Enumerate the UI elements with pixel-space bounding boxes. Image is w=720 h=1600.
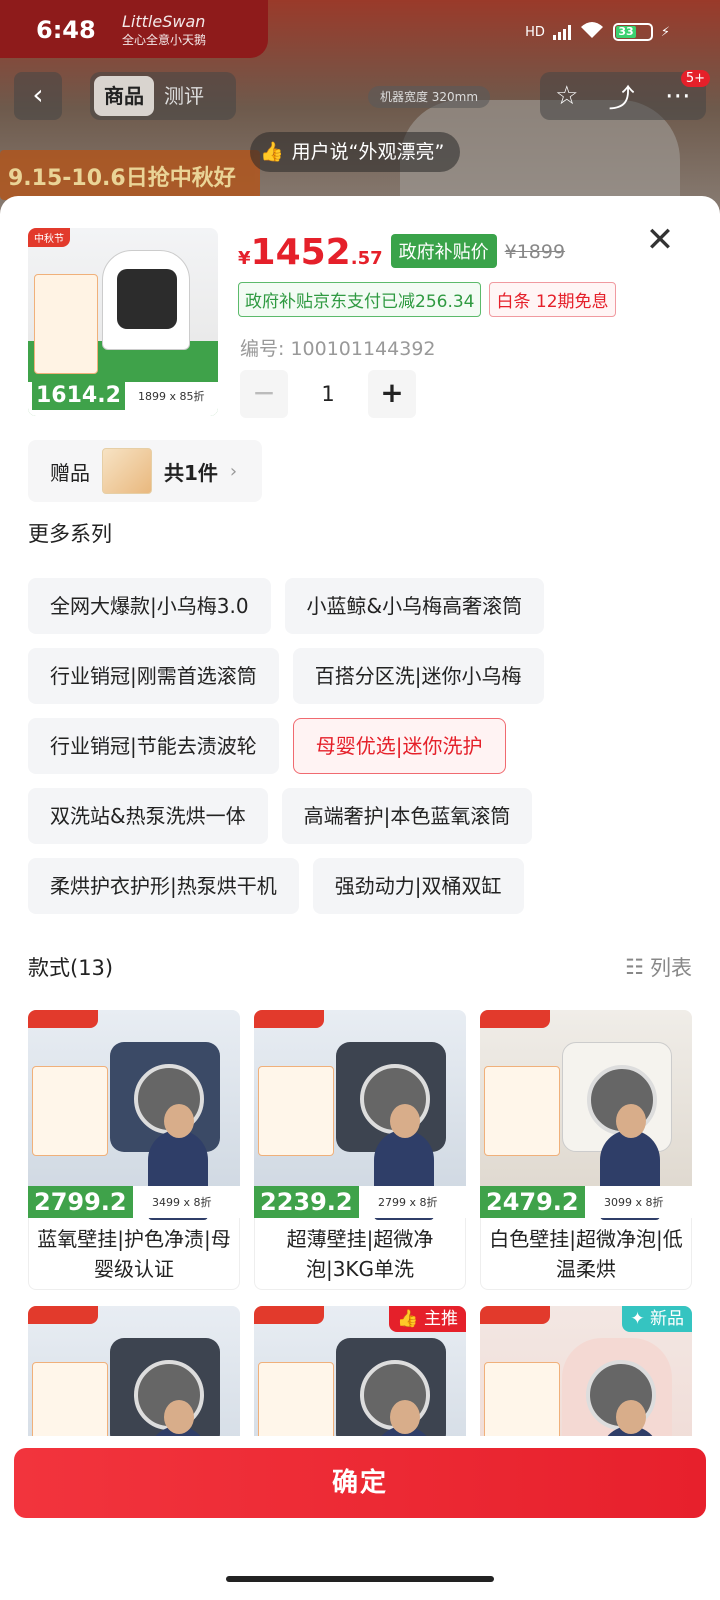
- thumb-tag: 中秋节: [28, 228, 70, 247]
- top-nav: ‹ 商品 测评 ☆ ⤴ ⋯ 5+: [0, 70, 720, 120]
- series-chip-selected[interactable]: 母婴优选|迷你洗护: [292, 718, 506, 774]
- more-series-title: 更多系列: [28, 522, 112, 546]
- subsidy-discount: 政府补贴京东支付已减256.34: [238, 282, 482, 317]
- quantity-stepper: − 1 +: [240, 370, 416, 418]
- series-list: 全网大爆款|小乌梅3.0 小蓝鲸&小乌梅高奢滚筒 行业销冠|刚需首选滚筒 百搭分…: [28, 578, 698, 928]
- list-icon: ☷: [625, 955, 644, 979]
- system-icons: HD 33 ⚡: [525, 20, 670, 44]
- series-chip[interactable]: 柔烘护衣护形|热泵烘干机: [28, 858, 299, 914]
- currency-symbol: ¥: [238, 248, 251, 269]
- style-card-price: 2479.2: [480, 1186, 585, 1218]
- home-indicator: [226, 1576, 494, 1582]
- style-card-image: 2239.2 2799 x 8折: [254, 1010, 466, 1220]
- favorite-star-icon[interactable]: ☆: [555, 81, 578, 111]
- quantity-value[interactable]: 1: [288, 382, 368, 406]
- sku-selector-sheet: 中秋节 1614.2 1899 x 85折 ¥1452.57 政府补贴价 ¥18…: [0, 196, 720, 1600]
- brand-logo: LittleSwan 全心全意小天鹅: [122, 12, 206, 48]
- new-tag: ✦ 新品: [622, 1306, 692, 1332]
- style-card[interactable]: 2799.2 3499 x 8折 蓝氧壁挂|护色净渍|母婴级认证: [28, 1010, 240, 1290]
- product-thumbnail[interactable]: 中秋节 1614.2 1899 x 85折: [28, 228, 218, 416]
- styles-title: 款式(13): [28, 956, 114, 980]
- chevron-right-icon: ›: [229, 460, 238, 482]
- brand-slogan: 全心全意小天鹅: [122, 33, 207, 47]
- style-card-calc: 2799 x 8折: [378, 1196, 438, 1209]
- promo-row: 政府补贴京东支付已减256.34 白条 12期免息: [238, 282, 616, 317]
- original-price: ¥1899: [504, 241, 566, 263]
- gift-row[interactable]: 赠品 共1件 ›: [28, 440, 262, 502]
- styles-header: 款式(13) ☷ 列表: [28, 952, 692, 982]
- gift-label: 赠品: [50, 460, 90, 485]
- style-card-calc: 3499 x 8折: [152, 1196, 212, 1209]
- confirm-button[interactable]: 确定: [14, 1448, 706, 1518]
- style-card-name: 超薄壁挂|超微净泡|3KG单洗: [254, 1218, 466, 1290]
- back-button[interactable]: ‹: [14, 72, 62, 120]
- current-price: ¥1452.57: [238, 232, 383, 273]
- gift-image: [102, 448, 152, 494]
- list-toggle-label: 列表: [650, 956, 692, 980]
- review-text: 用户说“外观漂亮”: [291, 141, 445, 163]
- series-chip[interactable]: 行业销冠|刚需首选滚筒: [28, 648, 279, 704]
- thumbs-up-icon: 👍: [260, 141, 284, 163]
- style-card-name: 蓝氧壁挂|护色净渍|母婴级认证: [28, 1218, 240, 1290]
- installment-offer[interactable]: 白条 12期免息: [489, 282, 616, 317]
- series-chip[interactable]: 高端奢护|本色蓝氧滚筒: [281, 788, 533, 844]
- series-chip[interactable]: 双洗站&热泵洗烘一体: [28, 788, 268, 844]
- network-label: HD: [525, 24, 545, 40]
- subsidy-tag: 政府补贴价: [390, 234, 497, 268]
- close-icon[interactable]: ✕: [640, 220, 680, 260]
- review-pill[interactable]: 👍 用户说“外观漂亮”: [250, 132, 461, 172]
- charging-icon: ⚡: [660, 24, 670, 40]
- list-view-toggle[interactable]: ☷ 列表: [625, 952, 692, 982]
- promo-banner: 9.15-10.6日抢中秋好物: [0, 150, 260, 223]
- tab-review[interactable]: 测评: [154, 76, 214, 116]
- style-card-name: 白色壁挂|超微净泡|低温柔烘: [480, 1218, 692, 1290]
- battery-icon: 33: [612, 23, 653, 41]
- price-row: ¥1452.57 政府补贴价 ¥1899: [238, 232, 565, 274]
- gift-count: 共1件: [164, 460, 218, 485]
- nav-actions: ☆ ⤴ ⋯ 5+: [540, 70, 710, 120]
- style-card-image: 2479.2 3099 x 8折: [480, 1010, 692, 1220]
- signal-icon: [552, 24, 571, 40]
- style-card-image: 2799.2 3499 x 8折: [28, 1010, 240, 1220]
- style-card[interactable]: 2479.2 3099 x 8折 白色壁挂|超微净泡|低温柔烘: [480, 1010, 692, 1290]
- increase-button[interactable]: +: [368, 370, 416, 418]
- series-chip[interactable]: 小蓝鲸&小乌梅高奢滚筒: [284, 578, 545, 634]
- style-card-price: 2799.2: [28, 1186, 133, 1218]
- style-card-price: 2239.2: [254, 1186, 359, 1218]
- thumb-price: 1614.2: [32, 382, 125, 410]
- series-chip[interactable]: 强劲动力|双桶双缸: [312, 858, 524, 914]
- thumb-pricebar: 1614.2 1899 x 85折: [28, 382, 218, 416]
- thumb-washer-image: [102, 250, 190, 350]
- series-chip[interactable]: 行业销冠|节能去渍波轮: [28, 718, 279, 774]
- new-tag-label: 新品: [650, 1309, 684, 1329]
- series-chip[interactable]: 全网大爆款|小乌梅3.0: [28, 578, 271, 634]
- price-decimal: .57: [350, 248, 383, 269]
- share-icon[interactable]: ⤴: [609, 78, 635, 115]
- featured-tag-label: 主推: [424, 1309, 458, 1329]
- nav-tabs: 商品 测评: [90, 72, 236, 120]
- style-card[interactable]: 2239.2 2799 x 8折 超薄壁挂|超微净泡|3KG单洗: [254, 1010, 466, 1290]
- status-bar: 6:48 LittleSwan 全心全意小天鹅 HD 33 ⚡: [0, 0, 720, 60]
- series-chip[interactable]: 百搭分区洗|迷你小乌梅: [292, 648, 544, 704]
- brand-name: LittleSwan: [122, 12, 206, 31]
- wifi-icon: [579, 20, 605, 44]
- battery-level: 33: [615, 26, 637, 38]
- message-badge: 5+: [680, 70, 710, 87]
- thumb-info-panel: [34, 274, 98, 374]
- featured-tag: 👍 主推: [389, 1306, 466, 1332]
- thumb-calc: 1899 x 85折: [138, 390, 205, 403]
- style-card-calc: 3099 x 8折: [604, 1196, 664, 1209]
- clock: 6:48: [36, 16, 96, 44]
- tab-product[interactable]: 商品: [94, 76, 154, 116]
- price-integer: 1452: [250, 232, 351, 273]
- sku-number: 编号: 100101144392: [240, 338, 436, 360]
- decrease-button[interactable]: −: [240, 370, 288, 418]
